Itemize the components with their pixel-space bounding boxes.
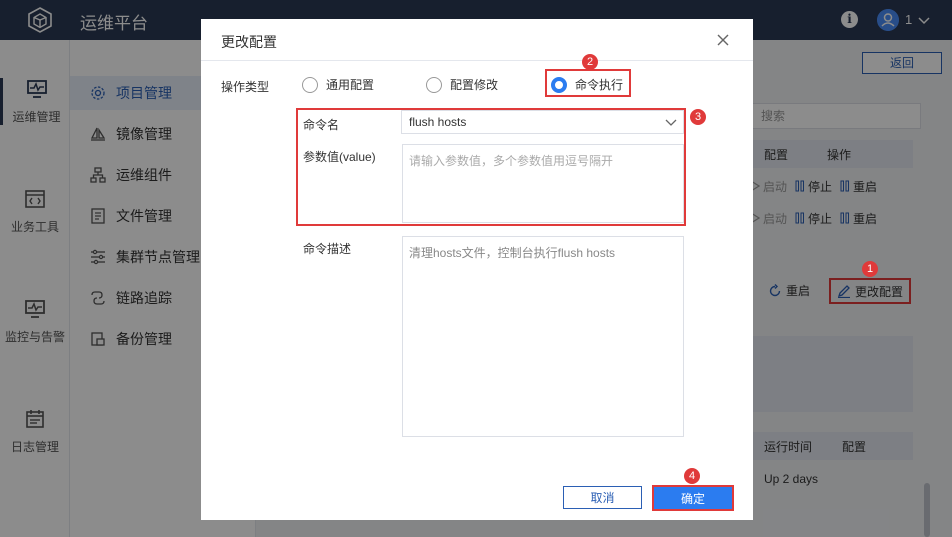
change-config-dialog: 更改配置 操作类型 通用配置 配置修改 命令执行 命令名 flush hosts…	[201, 19, 753, 520]
cancel-button[interactable]: 取消	[563, 486, 642, 509]
step-badge-3: 3	[690, 109, 706, 125]
highlight-box-command-exec	[545, 69, 631, 97]
close-icon[interactable]	[715, 32, 731, 48]
step-badge-4: 4	[684, 468, 700, 484]
confirm-button[interactable]: 确定	[652, 485, 734, 511]
command-name-label: 命令名	[303, 118, 340, 132]
radio-config-modify[interactable]: 配置修改	[426, 76, 498, 93]
radio-general-config[interactable]: 通用配置	[302, 76, 374, 93]
step-badge-1: 1	[862, 261, 878, 277]
radio-circle-icon	[426, 76, 442, 93]
command-desc-label: 命令描述	[303, 242, 352, 256]
operation-type-label: 操作类型	[221, 80, 270, 94]
command-name-select[interactable]: flush hosts	[401, 110, 684, 134]
dialog-header: 更改配置	[201, 19, 753, 61]
dialog-title: 更改配置	[221, 34, 277, 50]
step-badge-2: 2	[582, 54, 598, 70]
chevron-down-icon	[665, 119, 677, 126]
radio-circle-icon	[302, 76, 318, 93]
param-value-label: 参数值(value)	[303, 150, 376, 164]
command-desc-input[interactable]: 清理hosts文件，控制台执行flush hosts	[402, 236, 684, 437]
param-value-input[interactable]	[402, 144, 684, 223]
